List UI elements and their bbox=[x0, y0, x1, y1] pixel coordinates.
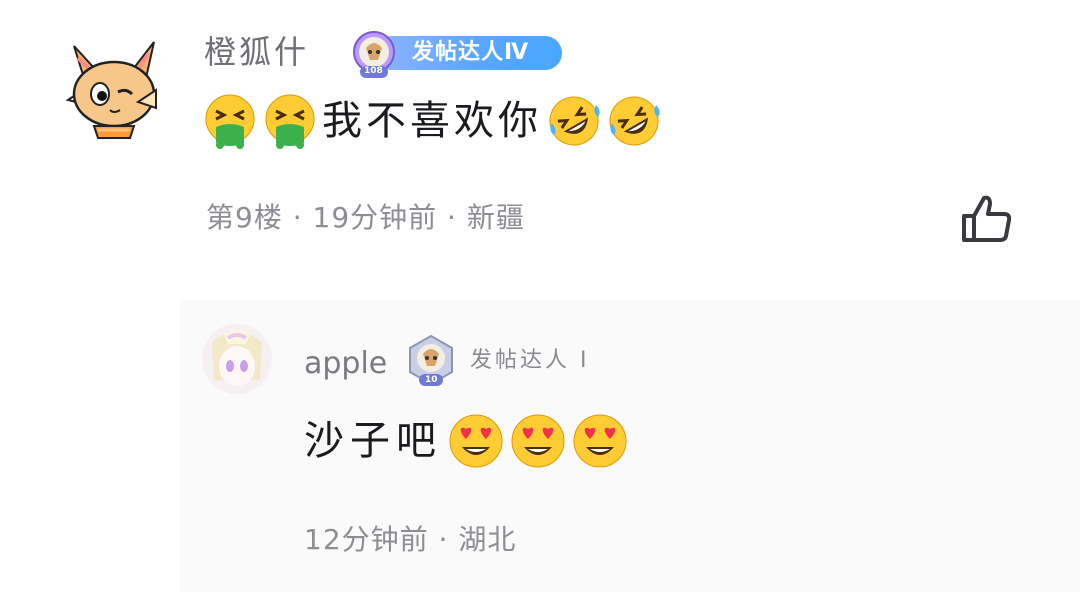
reply-username[interactable]: apple bbox=[304, 342, 387, 386]
comment-text: 我不喜欢你 bbox=[322, 98, 542, 144]
like-button[interactable] bbox=[958, 190, 1016, 248]
comment-content: 我不喜欢你 bbox=[202, 90, 662, 152]
reply-text: 沙子吧 bbox=[304, 418, 442, 464]
badge-level: 108 bbox=[364, 66, 383, 76]
smiling-face-with-heart-eyes-icon bbox=[573, 414, 627, 468]
reply-item: apple 10 发帖达人 Ⅰ 沙子吧 12分钟前 · 湖北 bbox=[180, 300, 1080, 592]
smiling-face-with-heart-eyes-icon bbox=[511, 414, 565, 468]
face-vomiting-icon bbox=[265, 94, 315, 149]
face-vomiting-icon bbox=[205, 94, 255, 149]
comment-meta: 第9楼 · 19分钟前 · 新疆 bbox=[206, 201, 525, 234]
reply-badge-label: 发帖达人 Ⅰ bbox=[470, 348, 590, 373]
girl-avatar-icon bbox=[202, 324, 272, 394]
reply-user-badge[interactable]: 10 发帖达人 Ⅰ bbox=[404, 334, 604, 388]
rolling-on-floor-laughing-icon bbox=[609, 96, 660, 146]
reply-content: 沙子吧 bbox=[304, 410, 628, 472]
user-badge[interactable]: 108 发帖达人Ⅳ bbox=[348, 30, 562, 78]
user-avatar[interactable] bbox=[64, 38, 162, 142]
rolling-on-floor-laughing-icon bbox=[549, 96, 600, 146]
reply-user-avatar[interactable] bbox=[202, 324, 272, 394]
smiling-face-with-heart-eyes-icon bbox=[449, 414, 503, 468]
reply-badge-level: 10 bbox=[425, 375, 438, 385]
comment-item: 橙狐什 108 发帖达人Ⅳ 我不喜欢你 第9楼 · 19分钟前 · 新疆 bbox=[0, 0, 1080, 300]
badge-label: 发帖达人Ⅳ bbox=[412, 40, 530, 65]
reply-meta: 12分钟前 · 湖北 bbox=[304, 523, 517, 556]
fox-avatar-icon bbox=[65, 41, 157, 139]
thumbs-up-icon bbox=[962, 195, 1012, 242]
username[interactable]: 橙狐什 bbox=[204, 30, 309, 74]
